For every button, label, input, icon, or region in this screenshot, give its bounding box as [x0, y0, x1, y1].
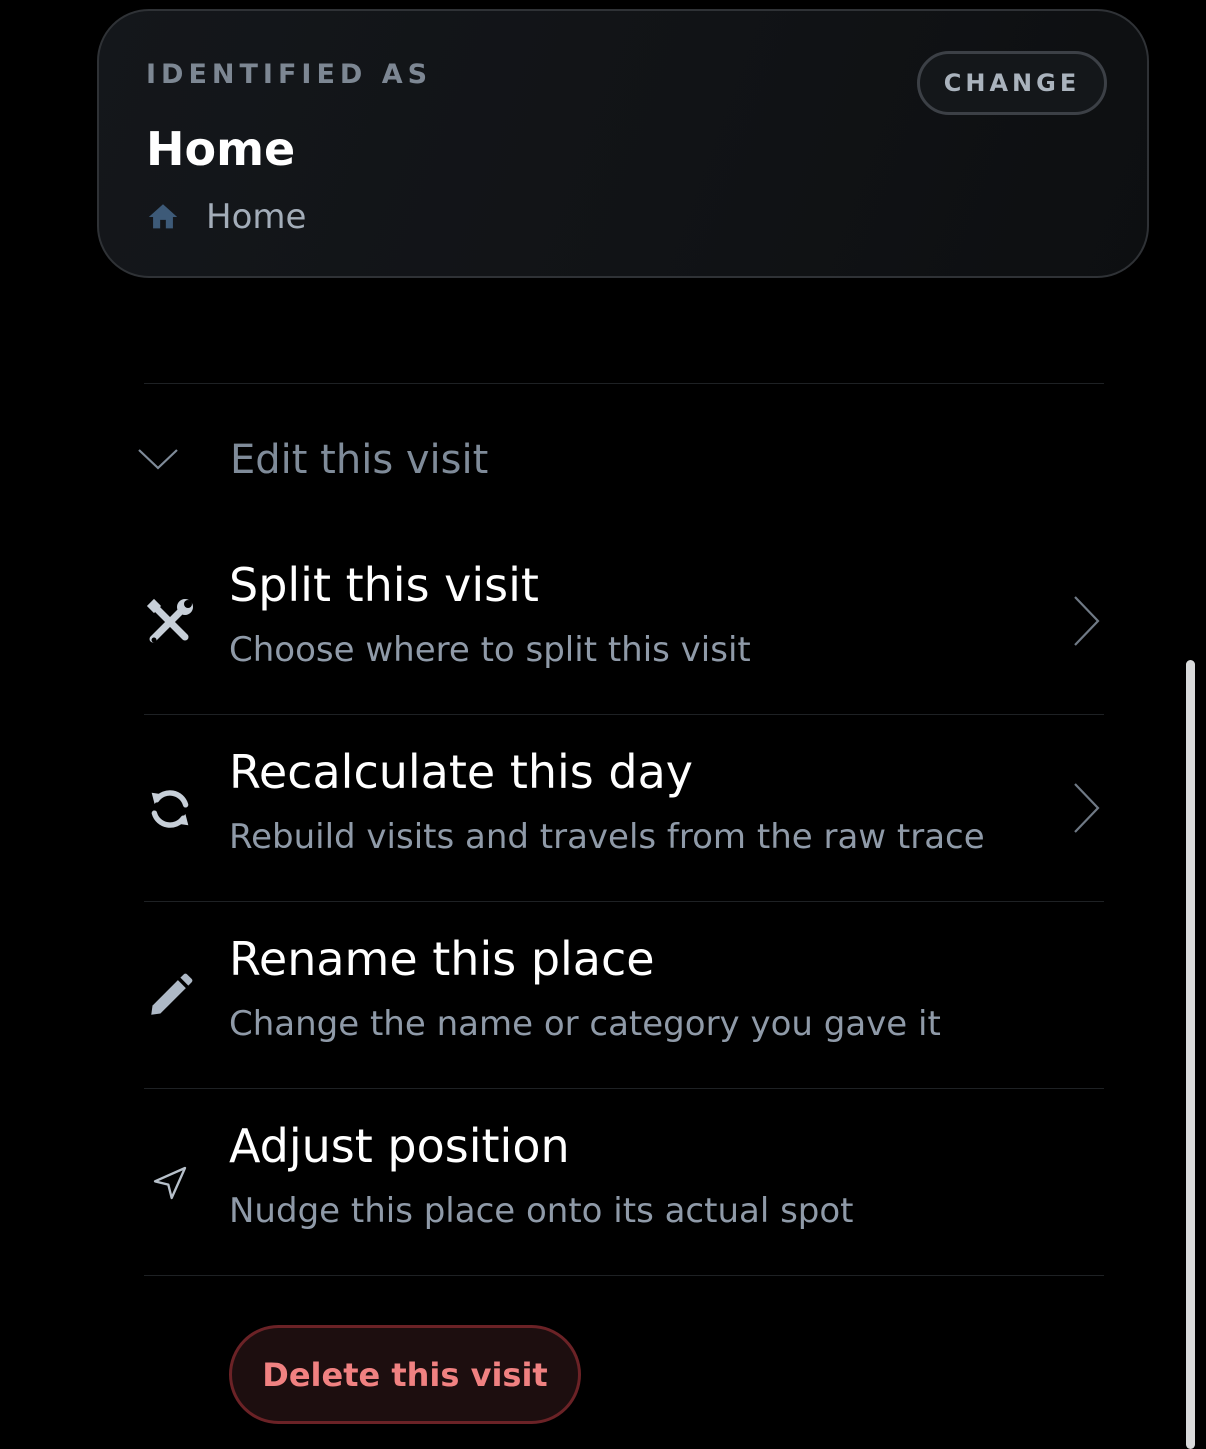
location-arrow-icon — [144, 1157, 196, 1209]
chevron-right-icon — [1070, 594, 1104, 648]
pencil-icon — [144, 970, 196, 1022]
edit-visit-label: Edit this visit — [230, 437, 489, 483]
split-visit-row[interactable]: Split this visit Choose where to split t… — [144, 528, 1104, 715]
delete-visit-button[interactable]: Delete this visit — [229, 1325, 581, 1424]
row-description: Nudge this place onto its actual spot — [229, 1191, 854, 1231]
chevron-down-icon — [136, 438, 180, 482]
edit-visit-toggle[interactable]: Edit this visit — [136, 425, 1104, 495]
adjust-position-row[interactable]: Adjust position Nudge this place onto it… — [144, 1089, 1104, 1276]
row-description: Choose where to split this visit — [229, 630, 751, 670]
rename-place-row[interactable]: Rename this place Change the name or cat… — [144, 902, 1104, 1089]
recalculate-day-row[interactable]: Recalculate this day Rebuild visits and … — [144, 715, 1104, 902]
place-title: Home — [146, 122, 296, 176]
chevron-right-icon — [1070, 781, 1104, 835]
refresh-icon — [144, 783, 196, 835]
row-description: Change the name or category you gave it — [229, 1004, 941, 1044]
place-category: Home — [146, 195, 306, 239]
row-title: Rename this place — [229, 932, 655, 986]
divider — [144, 1275, 1104, 1276]
place-category-label: Home — [206, 197, 307, 237]
identified-card: IDENTIFIED AS Home Home CHANGE — [97, 9, 1149, 278]
row-title: Adjust position — [229, 1119, 570, 1173]
change-button[interactable]: CHANGE — [917, 51, 1107, 115]
row-title: Recalculate this day — [229, 745, 693, 799]
home-icon — [146, 200, 180, 234]
row-description: Rebuild visits and travels from the raw … — [229, 817, 985, 857]
identified-eyebrow: IDENTIFIED AS — [146, 59, 433, 90]
row-title: Split this visit — [229, 558, 539, 612]
tools-icon — [144, 596, 196, 648]
divider — [144, 383, 1104, 384]
scrollbar[interactable] — [1186, 660, 1195, 1449]
